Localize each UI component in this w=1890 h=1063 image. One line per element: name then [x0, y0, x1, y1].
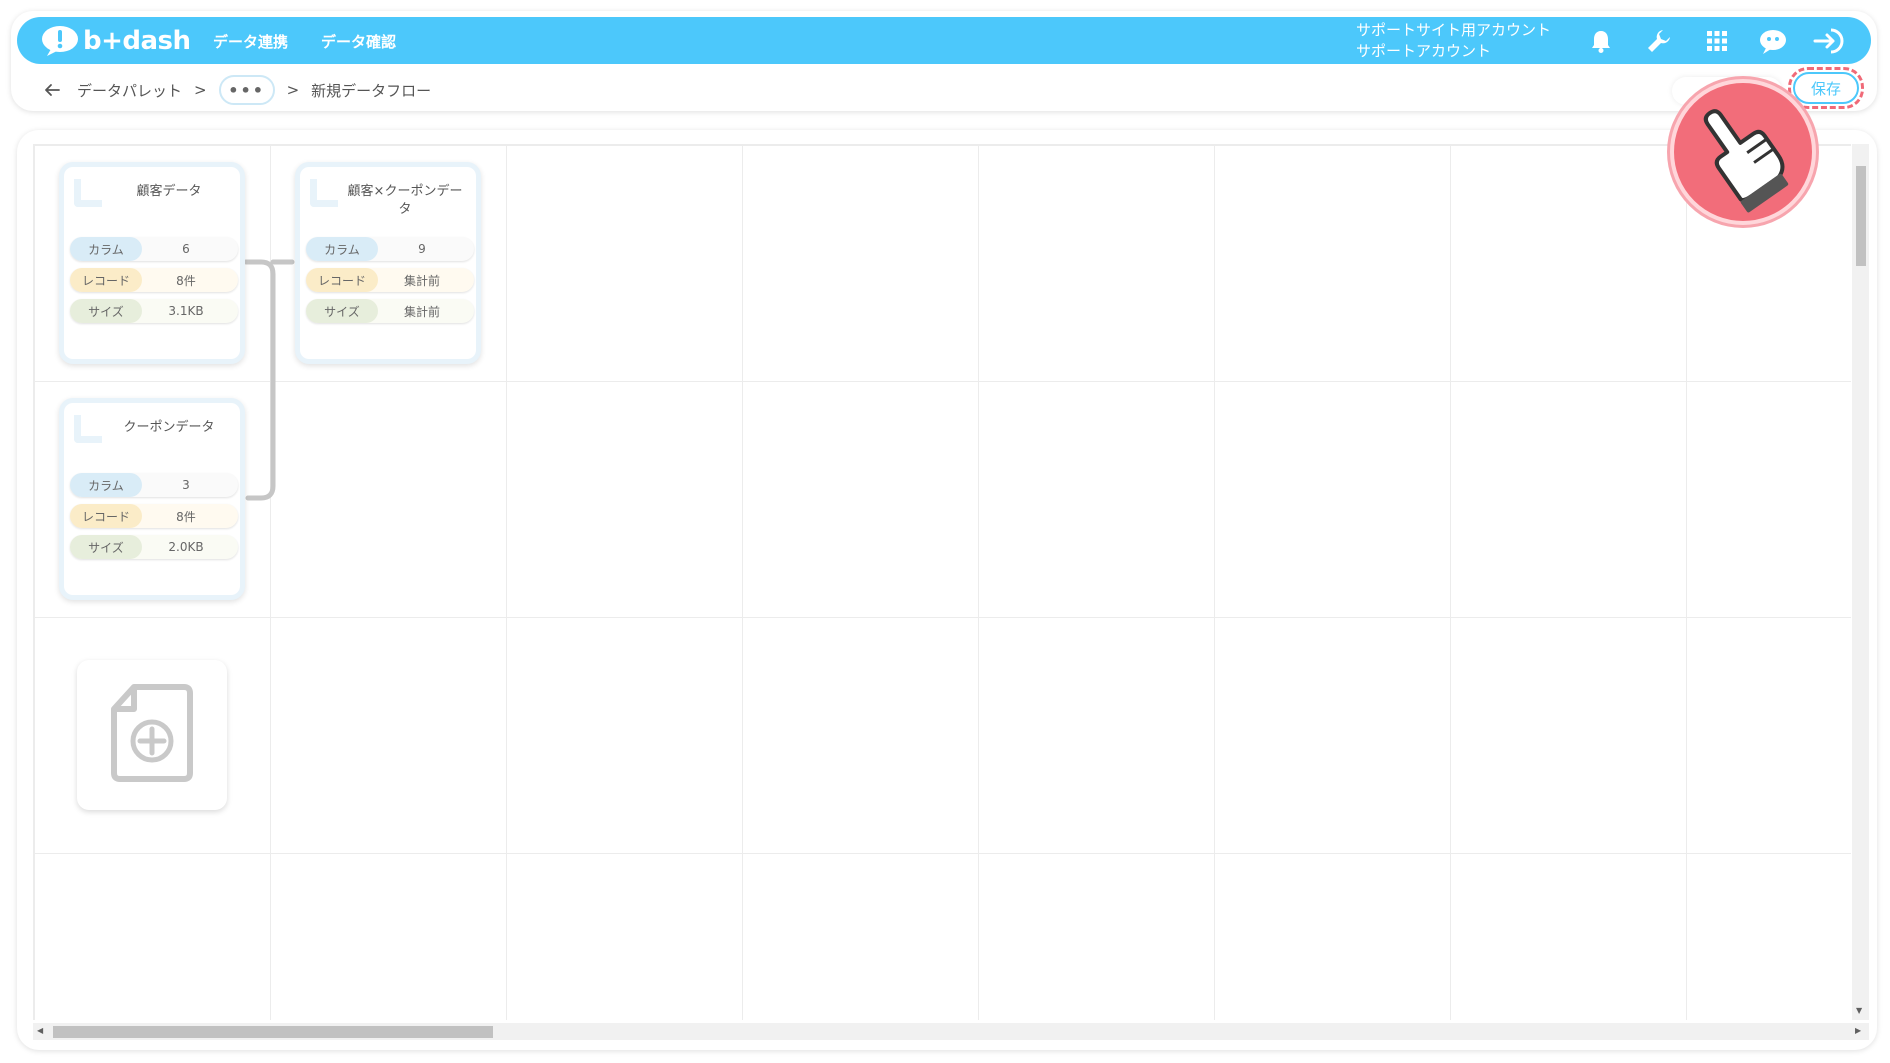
data-node[interactable]: クーポンデータ カラム 3 レコード 8件 サイズ 2.0KB	[59, 398, 245, 600]
node-title: 顧客×クーポンデータ	[347, 184, 463, 217]
vertical-scroll-thumb[interactable]	[1856, 166, 1866, 266]
stat-label: サイズ	[70, 299, 142, 323]
add-file-icon	[110, 683, 194, 787]
breadcrumb-current: 新規データフロー	[311, 81, 432, 100]
stat-size: サイズ 3.1KB	[70, 299, 238, 323]
node-title: 顧客データ	[136, 184, 202, 199]
scroll-left-arrow-icon[interactable]: ◀	[37, 1026, 43, 1035]
stat-size: サイズ 2.0KB	[70, 535, 238, 559]
add-data-button[interactable]	[77, 660, 227, 810]
dataflow-canvas[interactable]: 顧客データ カラム 6 レコード 8件 サイズ 3.1KB 顧客×クーポンデータ…	[17, 130, 1877, 1050]
stat-columns: カラム 3	[70, 473, 238, 497]
logo-text: b+dash	[83, 26, 191, 56]
stat-label: サイズ	[70, 535, 142, 559]
stat-label: レコード	[70, 268, 142, 292]
vertical-scrollbar[interactable]: ▼	[1852, 144, 1869, 1020]
scroll-down-arrow-icon[interactable]: ▼	[1856, 1006, 1862, 1015]
stat-columns: カラム 6	[70, 237, 238, 261]
nav-data-integration[interactable]: データ連携	[213, 31, 288, 52]
top-navbar: b+dash データ連携 データ確認 サポートサイト用アカウント サポートアカウ…	[17, 17, 1871, 64]
header-card: b+dash データ連携 データ確認 サポートサイト用アカウント サポートアカウ…	[11, 11, 1877, 111]
stat-value: 集計前	[403, 304, 440, 319]
scroll-right-arrow-icon[interactable]: ▶	[1855, 1026, 1861, 1035]
stat-value: 8件	[176, 509, 196, 524]
apps-grid-icon[interactable]	[1701, 25, 1733, 57]
app-logo[interactable]: b+dash	[41, 23, 191, 59]
stat-value: 6	[182, 242, 190, 256]
wrench-icon[interactable]	[1643, 25, 1675, 57]
stat-label: レコード	[306, 268, 378, 292]
stat-value: 2.0KB	[168, 540, 204, 554]
account-info[interactable]: サポートサイト用アカウント サポートアカウント	[1356, 20, 1551, 62]
support-chat-icon[interactable]	[1757, 25, 1789, 57]
document-corner-icon	[74, 179, 102, 207]
arrow-left-icon[interactable]	[39, 77, 65, 103]
breadcrumb: データパレット > ••• > 新規データフロー	[39, 75, 432, 105]
stat-columns: カラム 9	[306, 237, 474, 261]
stat-value: 集計前	[403, 273, 440, 288]
stat-label: レコード	[70, 504, 142, 528]
account-user: サポートアカウント	[1356, 42, 1492, 60]
nav-data-check[interactable]: データ確認	[321, 31, 396, 52]
stat-size: サイズ 集計前	[306, 299, 474, 323]
tutorial-pointer-badge	[1670, 79, 1816, 225]
account-name: サポートサイト用アカウント	[1356, 21, 1552, 39]
logout-icon[interactable]	[1813, 25, 1845, 57]
data-node[interactable]: 顧客データ カラム 6 レコード 8件 サイズ 3.1KB	[59, 162, 245, 364]
stat-value: 3.1KB	[168, 304, 204, 318]
stat-records: レコード 8件	[70, 268, 238, 292]
document-corner-icon	[310, 179, 338, 207]
stat-label: カラム	[306, 237, 378, 261]
stat-value: 9	[418, 242, 426, 256]
bell-icon[interactable]	[1585, 25, 1617, 57]
breadcrumb-separator: >	[194, 81, 207, 99]
stat-value: 3	[182, 478, 190, 492]
horizontal-scroll-thumb[interactable]	[53, 1026, 493, 1038]
stat-value: 8件	[176, 273, 196, 288]
stat-records: レコード 8件	[70, 504, 238, 528]
document-corner-icon	[74, 415, 102, 443]
stat-label: サイズ	[306, 299, 378, 323]
horizontal-scrollbar[interactable]: ◀ ▶	[33, 1023, 1869, 1040]
breadcrumb-more-button[interactable]: •••	[218, 75, 275, 105]
node-title: クーポンデータ	[123, 420, 215, 435]
data-node[interactable]: 顧客×クーポンデータ カラム 9 レコード 集計前 サイズ 集計前	[295, 162, 481, 364]
stat-label: カラム	[70, 473, 142, 497]
breadcrumb-separator: >	[286, 81, 300, 99]
logo-bubble-icon	[41, 25, 79, 57]
breadcrumb-root[interactable]: データパレット	[77, 80, 182, 101]
stat-label: カラム	[70, 237, 142, 261]
stat-records: レコード 集計前	[306, 268, 474, 292]
